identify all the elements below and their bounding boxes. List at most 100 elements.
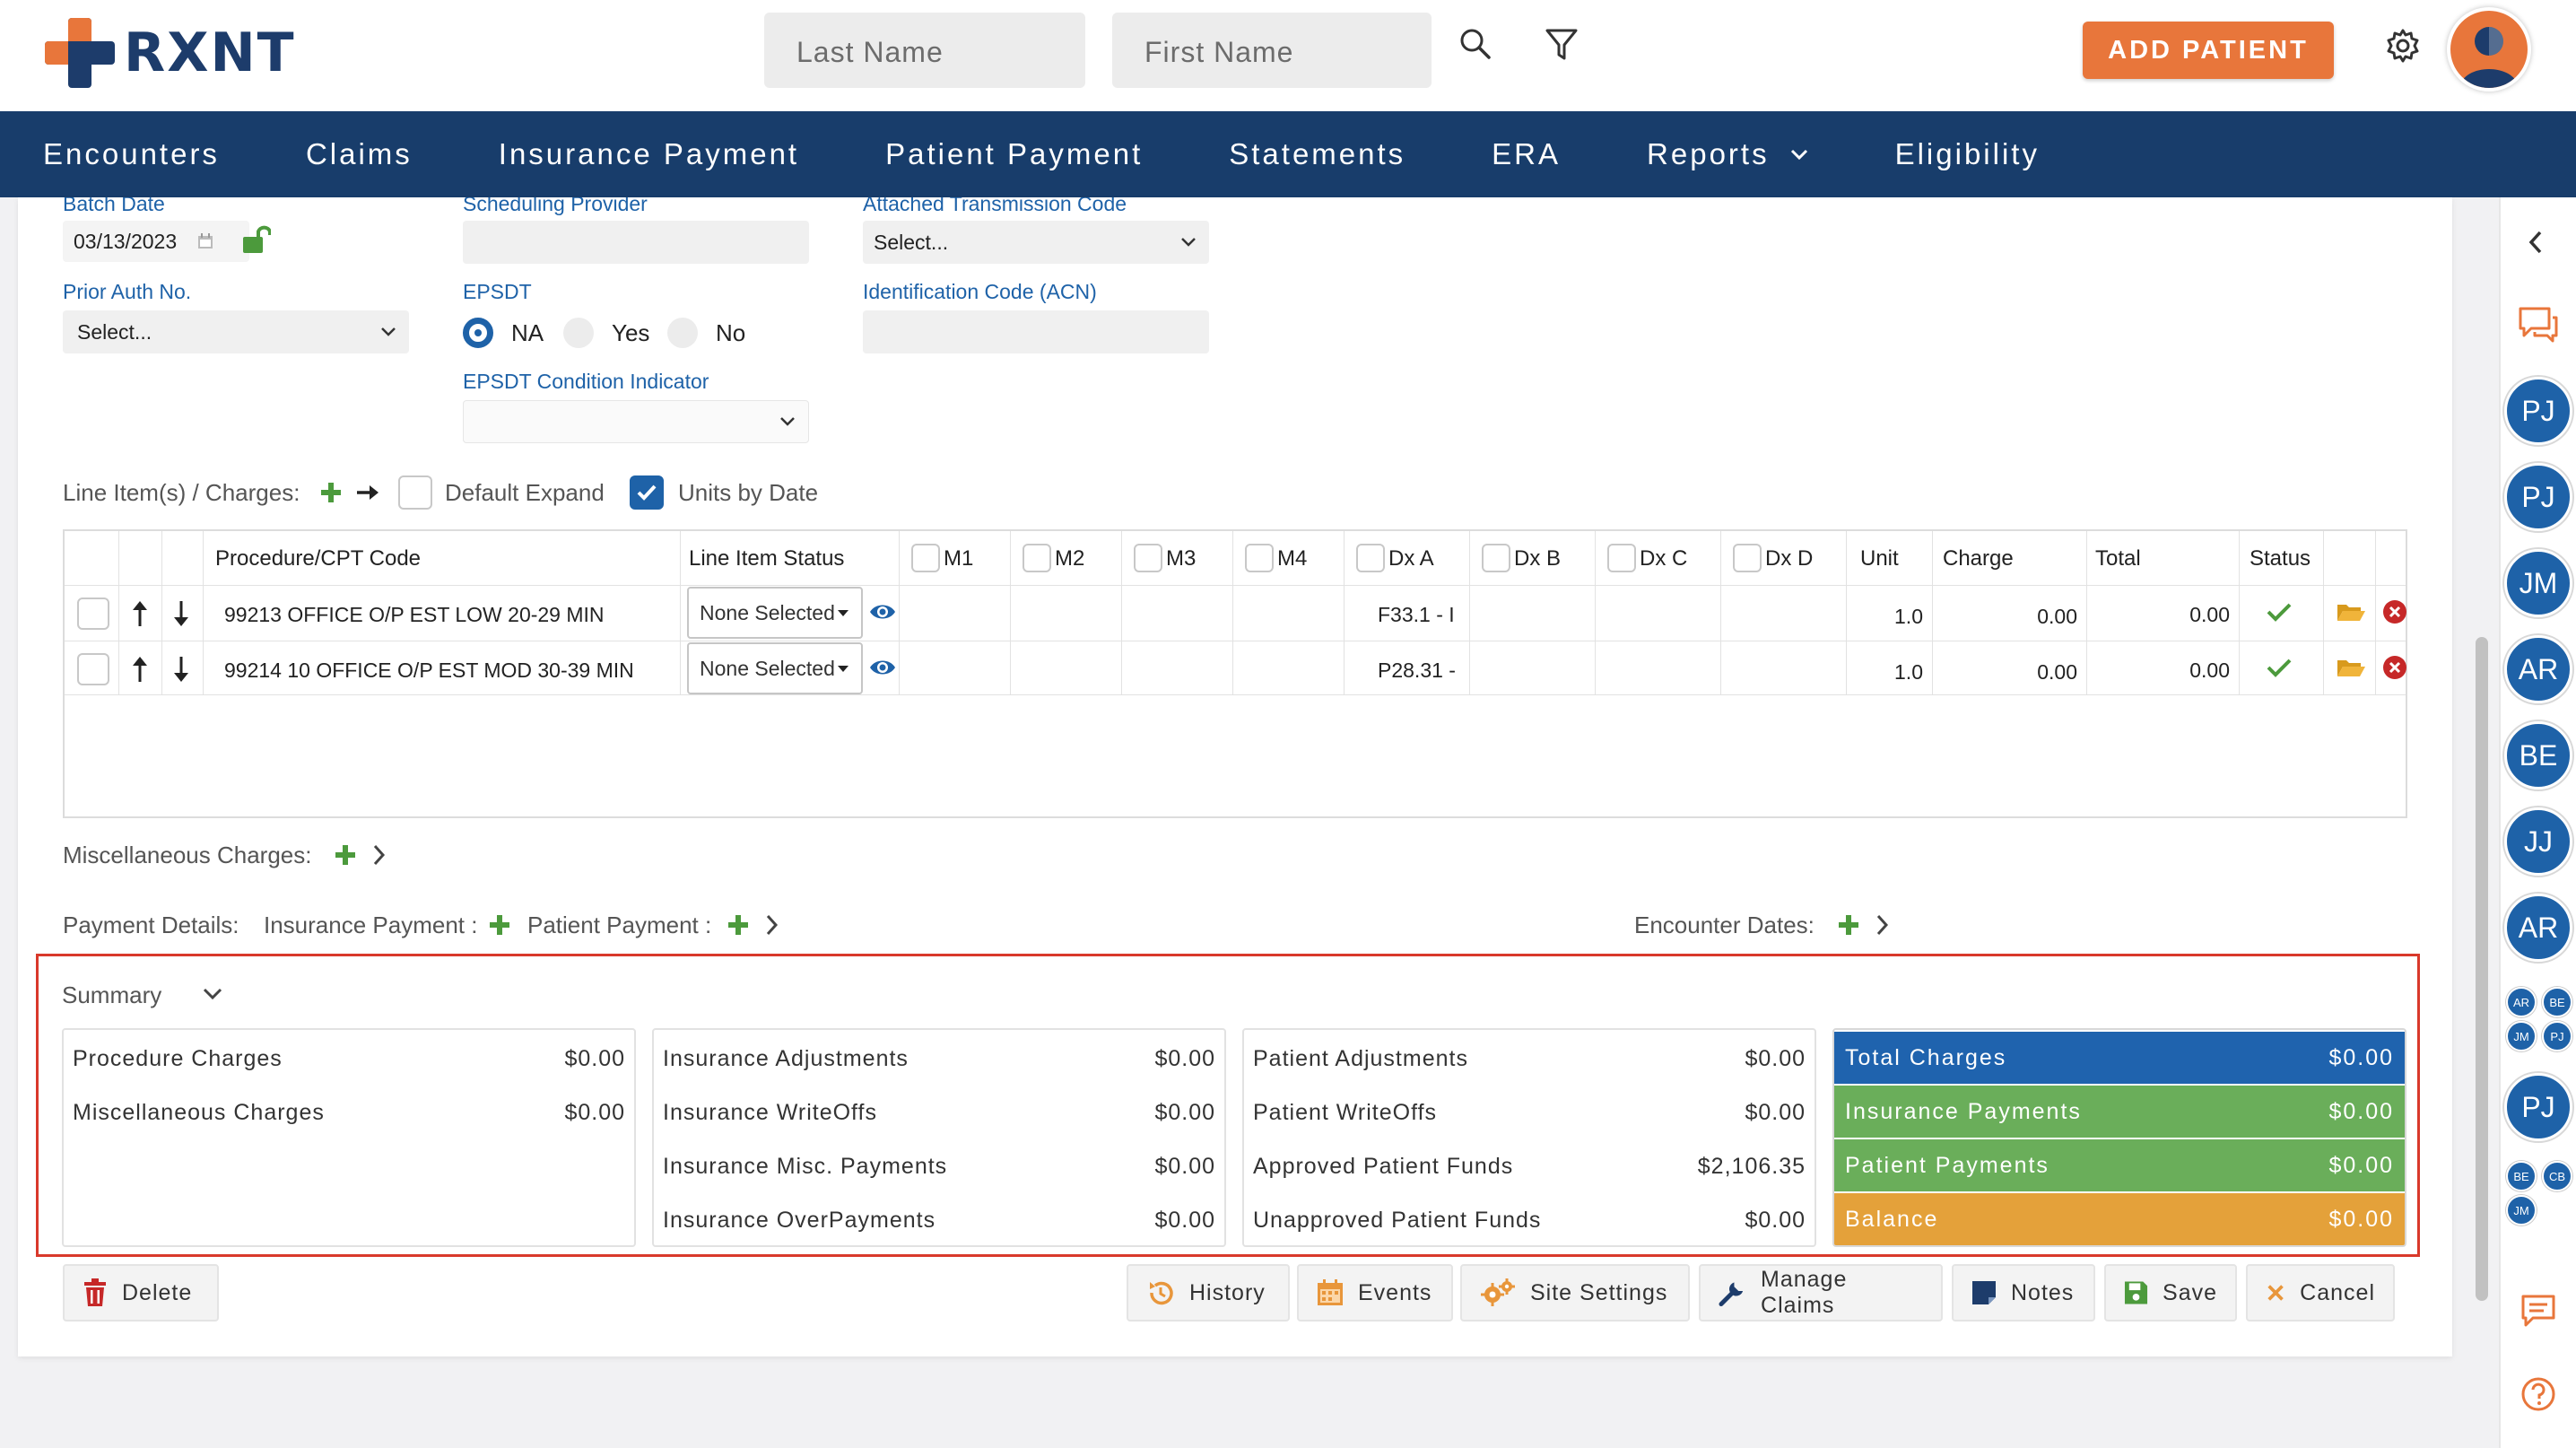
col-status[interactable]: Status [2250,531,2311,587]
group-avatar[interactable]: CB [2542,1161,2572,1191]
group-avatar[interactable]: BE [2542,987,2572,1017]
line-item-status-select[interactable]: None Selected [687,587,863,639]
remove-icon[interactable] [2382,655,2407,680]
dx-a-cell[interactable]: F33.1 - I [1378,603,1455,627]
message-icon[interactable] [2520,1294,2556,1328]
row-select-checkbox[interactable] [77,598,109,630]
user-avatar[interactable]: AR [2504,894,2572,962]
group-avatar[interactable]: JM [2506,1021,2537,1051]
user-avatar[interactable]: BE [2504,721,2572,789]
nav-era[interactable]: ERA [1449,111,1604,197]
default-expand-checkbox[interactable] [398,475,432,510]
chevron-left-icon[interactable] [2528,230,2544,255]
unit-cell[interactable]: 1.0 [1869,605,1923,629]
col-procedure-code[interactable]: Procedure/CPT Code [215,531,421,587]
help-icon[interactable] [2520,1376,2556,1412]
epsdt-yes-radio[interactable] [563,318,594,348]
group-avatar[interactable]: AR [2506,987,2537,1017]
delete-button[interactable]: Delete [63,1264,219,1322]
arrow-right-icon[interactable] [355,483,382,502]
procedure-code-cell[interactable]: 99213 OFFICE O/P EST LOW 20-29 MIN [224,603,605,627]
plus-icon[interactable] [488,913,511,937]
first-name-search-input[interactable]: First Name [1112,13,1432,88]
brand-logo[interactable]: RXNT [45,18,296,88]
gear-icon[interactable] [2384,27,2422,65]
user-avatar[interactable]: PJ [2504,1073,2572,1141]
user-avatar[interactable]: AR [2504,635,2572,703]
calendar-icon[interactable] [196,232,214,250]
move-up-icon[interactable] [131,599,149,628]
procedure-code-cell[interactable]: 99214 10 OFFICE O/P EST MOD 30-39 MIN [224,659,634,683]
remove-icon[interactable] [2382,599,2407,624]
group-avatar[interactable]: JM [2506,1195,2537,1226]
eye-icon[interactable] [868,601,897,623]
attached-transmission-code-select[interactable]: Select... [863,221,1209,264]
charge-cell[interactable]: 0.00 [1945,605,2077,629]
nav-statements[interactable]: Statements [1186,111,1449,197]
user-avatar[interactable]: JM [2504,549,2572,617]
notes-button[interactable]: Notes [1952,1264,2095,1322]
move-down-icon[interactable] [172,655,190,684]
batch-date-field[interactable]: 03/13/2023 [63,221,249,262]
last-name-search-input[interactable]: Last Name [764,13,1085,88]
save-button[interactable]: Save [2104,1264,2237,1322]
prior-auth-select[interactable]: Select... [63,310,409,353]
dx-d-checkbox[interactable] [1733,544,1762,572]
summary-title[interactable]: Summary [62,981,161,1009]
user-avatar[interactable]: JJ [2504,807,2572,876]
group-avatar[interactable]: BE [2506,1161,2537,1191]
unit-cell[interactable]: 1.0 [1869,660,1923,685]
group-avatar[interactable]: PJ [2542,1021,2572,1051]
user-avatar[interactable]: PJ [2504,377,2572,445]
epsdt-na-radio[interactable] [463,318,493,348]
plus-icon[interactable] [727,913,750,937]
charge-cell[interactable]: 0.00 [1945,660,2077,685]
epsdt-no-radio[interactable] [667,318,698,348]
site-settings-button[interactable]: Site Settings [1460,1264,1690,1322]
filter-icon[interactable] [1545,27,1579,63]
chat-icon[interactable] [2517,305,2560,345]
user-avatar[interactable]: PJ [2504,463,2572,531]
col-total[interactable]: Total [2095,531,2141,587]
m1-checkbox[interactable] [911,544,940,572]
dx-a-cell[interactable]: P28.31 - [1378,659,1456,683]
chevron-right-icon[interactable] [371,843,387,867]
epsdt-condition-select[interactable] [463,400,809,443]
col-line-item-status[interactable]: Line Item Status [689,531,844,587]
nav-claims[interactable]: Claims [263,111,456,197]
identification-code-field[interactable] [863,310,1209,353]
move-down-icon[interactable] [172,599,190,628]
plus-icon[interactable] [319,481,343,504]
m4-checkbox[interactable] [1245,544,1274,572]
m3-checkbox[interactable] [1134,544,1162,572]
units-by-date-checkbox[interactable] [630,475,664,510]
folder-open-icon[interactable] [2336,657,2366,678]
plus-icon[interactable] [334,843,357,867]
scheduling-provider-field[interactable] [463,221,809,264]
line-item-status-select[interactable]: None Selected [687,642,863,694]
chevron-down-icon[interactable] [202,987,223,1001]
nav-patient-payment[interactable]: Patient Payment [842,111,1186,197]
col-unit[interactable]: Unit [1860,531,1899,587]
nav-eligibility[interactable]: Eligibility [1852,111,2083,197]
dx-c-checkbox[interactable] [1607,544,1636,572]
nav-reports[interactable]: Reports [1604,111,1852,197]
row-select-checkbox[interactable] [77,653,109,685]
add-patient-button[interactable]: ADD PATIENT [2083,22,2334,79]
unlock-icon[interactable] [240,224,271,255]
plus-icon[interactable] [1837,913,1860,937]
chevron-right-icon[interactable] [1875,913,1891,937]
manage-claims-button[interactable]: Manage Claims [1699,1264,1943,1322]
m2-checkbox[interactable] [1023,544,1051,572]
move-up-icon[interactable] [131,655,149,684]
col-charge[interactable]: Charge [1943,531,2014,587]
folder-open-icon[interactable] [2336,601,2366,623]
history-button[interactable]: History [1127,1264,1290,1322]
nav-insurance-payment[interactable]: Insurance Payment [456,111,842,197]
user-avatar[interactable] [2447,7,2531,92]
eye-icon[interactable] [868,657,897,678]
dx-b-checkbox[interactable] [1482,544,1510,572]
cancel-button[interactable]: Cancel [2246,1264,2395,1322]
scrollbar-thumb[interactable] [2476,637,2488,1301]
dx-a-checkbox[interactable] [1356,544,1385,572]
